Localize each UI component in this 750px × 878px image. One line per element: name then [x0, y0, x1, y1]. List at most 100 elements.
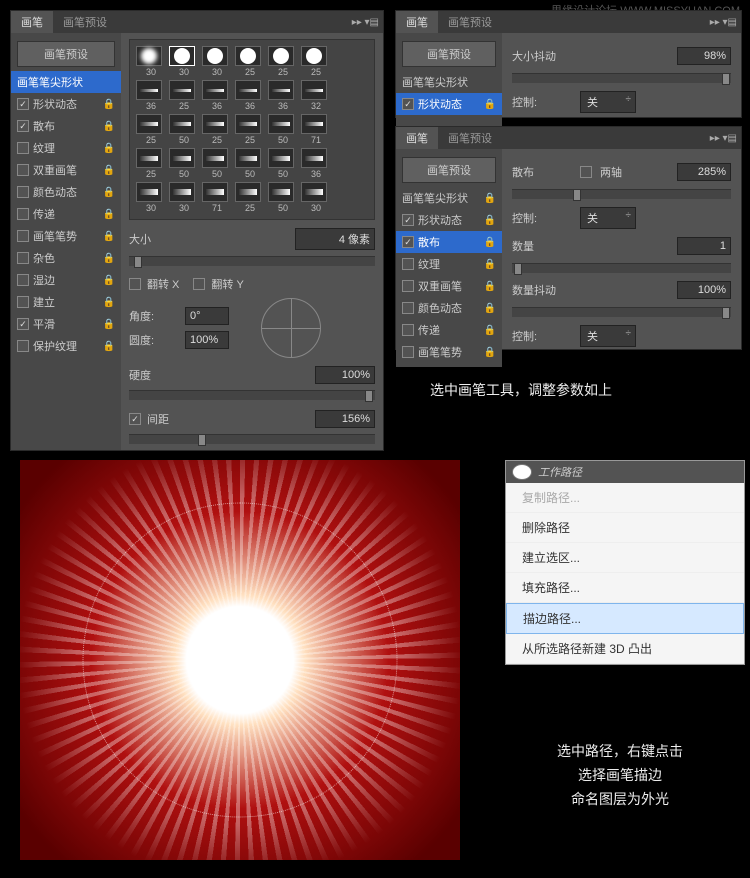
option-check[interactable]	[17, 164, 29, 176]
option-check[interactable]	[17, 208, 29, 220]
control-select[interactable]: 关	[580, 325, 636, 347]
tab-brush-preset[interactable]: 画笔预设	[53, 11, 117, 33]
menu-item[interactable]: 描边路径...	[506, 603, 744, 634]
menu-item[interactable]: 填充路径...	[506, 573, 744, 603]
option-check[interactable]	[17, 230, 29, 242]
brush-tip-cell[interactable]: 50	[169, 148, 199, 179]
menu-item[interactable]: 建立选区...	[506, 543, 744, 573]
roundness-input[interactable]: 100%	[185, 331, 229, 349]
spacing-input[interactable]: 156%	[315, 410, 375, 428]
option-check[interactable]	[17, 120, 29, 132]
size-input[interactable]: 4 像素	[295, 228, 375, 250]
sidebar-item[interactable]: 保护纹理🔒	[11, 335, 121, 357]
option-check[interactable]	[402, 280, 414, 292]
menu-item[interactable]: 删除路径	[506, 513, 744, 543]
size-jitter-input[interactable]: 98%	[677, 47, 731, 65]
hardness-input[interactable]: 100%	[315, 366, 375, 384]
brush-tip-cell[interactable]: 30	[136, 182, 166, 213]
brush-tip-cell[interactable]: 30	[202, 46, 232, 77]
sidebar-item[interactable]: 纹理🔒	[396, 253, 502, 275]
brush-tip-cell[interactable]: 36	[136, 80, 166, 111]
option-check[interactable]	[17, 252, 29, 264]
brush-tip-cell[interactable]: 30	[169, 46, 199, 77]
sidebar-item[interactable]: 建立🔒	[11, 291, 121, 313]
brush-tip-cell[interactable]: 50	[202, 148, 232, 179]
spacing-slider[interactable]	[129, 434, 375, 444]
sidebar-item[interactable]: 湿边🔒	[11, 269, 121, 291]
panel-menu-icon[interactable]: ▸▸ ▾▤	[710, 11, 741, 33]
option-check[interactable]	[402, 258, 414, 270]
count-slider[interactable]	[512, 263, 731, 273]
sidebar-item[interactable]: 双重画笔🔒	[396, 275, 502, 297]
sidebar-item[interactable]: 形状动态🔒	[396, 93, 502, 115]
option-check[interactable]	[402, 302, 414, 314]
tab-brush[interactable]: 画笔	[396, 11, 438, 33]
brush-tip-cell[interactable]: 25	[268, 46, 298, 77]
sidebar-item[interactable]: 颜色动态🔒	[11, 181, 121, 203]
brush-preset-button[interactable]: 画笔预设	[402, 157, 496, 183]
option-check[interactable]	[17, 142, 29, 154]
brush-tip-cell[interactable]: 36	[235, 80, 265, 111]
brush-tip-cell[interactable]: 25	[169, 80, 199, 111]
size-slider[interactable]	[129, 256, 375, 266]
brush-tip-cell[interactable]: 50	[169, 114, 199, 145]
brush-tip-cell[interactable]: 71	[202, 182, 232, 213]
hardness-slider[interactable]	[129, 390, 375, 400]
sidebar-item[interactable]: 画笔笔势🔒	[396, 341, 502, 363]
option-check[interactable]	[17, 340, 29, 352]
spacing-check[interactable]	[129, 413, 141, 425]
brush-tip-cell[interactable]: 71	[301, 114, 331, 145]
brush-tip-cell[interactable]: 30	[301, 182, 331, 213]
brush-tip-cell[interactable]: 25	[301, 46, 331, 77]
brush-tip-cell[interactable]: 36	[268, 80, 298, 111]
size-jitter-slider[interactable]	[512, 73, 731, 83]
brush-tip-cell[interactable]: 25	[136, 114, 166, 145]
flip-x-check[interactable]	[129, 278, 141, 290]
panel-menu-icon[interactable]: ▸▸ ▾▤	[352, 11, 383, 33]
brush-preset-button[interactable]: 画笔预设	[402, 41, 496, 67]
sidebar-item[interactable]: 双重画笔🔒	[11, 159, 121, 181]
tab-brush-preset[interactable]: 画笔预设	[438, 127, 502, 149]
sidebar-item[interactable]: 纹理🔒	[11, 137, 121, 159]
angle-control[interactable]	[261, 298, 321, 358]
sidebar-item[interactable]: 散布🔒	[11, 115, 121, 137]
tab-brush[interactable]: 画笔	[11, 11, 53, 33]
sidebar-item[interactable]: 杂色🔒	[11, 247, 121, 269]
sidebar-item[interactable]: 画笔笔尖形状	[11, 71, 121, 93]
sidebar-item[interactable]: 颜色动态🔒	[396, 297, 502, 319]
count-input[interactable]: 1	[677, 237, 731, 255]
sidebar-item[interactable]: 散布🔒	[396, 231, 502, 253]
option-check[interactable]	[402, 236, 414, 248]
scatter-slider[interactable]	[512, 189, 731, 199]
brush-tip-cell[interactable]: 25	[235, 114, 265, 145]
option-check[interactable]	[402, 214, 414, 226]
sidebar-item[interactable]: 画笔笔尖形状	[396, 71, 502, 93]
count-jitter-slider[interactable]	[512, 307, 731, 317]
brush-preset-button[interactable]: 画笔预设	[17, 41, 115, 67]
brush-tip-cell[interactable]: 32	[301, 80, 331, 111]
brush-tip-cell[interactable]: 25	[235, 182, 265, 213]
option-check[interactable]	[17, 296, 29, 308]
option-check[interactable]	[17, 318, 29, 330]
option-check[interactable]	[402, 346, 414, 358]
option-check[interactable]	[17, 186, 29, 198]
sidebar-item[interactable]: 画笔笔尖形状🔒	[396, 187, 502, 209]
brush-tip-cell[interactable]: 25	[235, 46, 265, 77]
brush-tip-cell[interactable]: 30	[136, 46, 166, 77]
flip-y-check[interactable]	[193, 278, 205, 290]
menu-item[interactable]: 从所选路径新建 3D 凸出	[506, 634, 744, 664]
brush-tip-cell[interactable]: 25	[202, 114, 232, 145]
control-select[interactable]: 关	[580, 207, 636, 229]
option-check[interactable]	[17, 98, 29, 110]
count-jitter-input[interactable]: 100%	[677, 281, 731, 299]
option-check[interactable]	[402, 324, 414, 336]
brush-tip-cell[interactable]: 50	[268, 182, 298, 213]
tab-brush[interactable]: 画笔	[396, 127, 438, 149]
sidebar-item[interactable]: 形状动态🔒	[11, 93, 121, 115]
sidebar-item[interactable]: 传递🔒	[396, 319, 502, 341]
sidebar-item[interactable]: 平滑🔒	[11, 313, 121, 335]
angle-input[interactable]: 0°	[185, 307, 229, 325]
scatter-input[interactable]: 285%	[677, 163, 731, 181]
both-axes-check[interactable]	[580, 166, 592, 178]
control-select[interactable]: 关	[580, 91, 636, 113]
